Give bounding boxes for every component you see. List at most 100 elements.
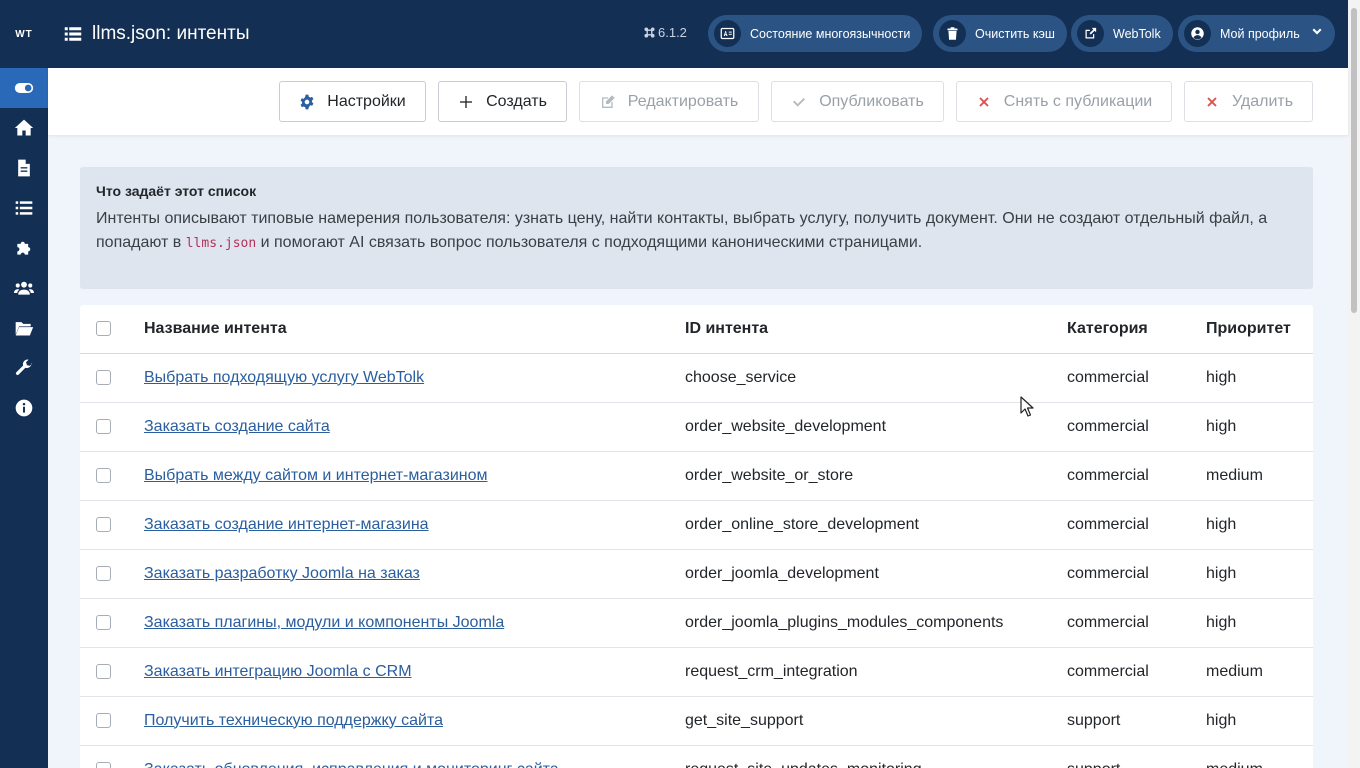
llms-json-code: llms.json xyxy=(185,236,257,251)
sidebar-item-home[interactable] xyxy=(0,108,48,148)
home-icon xyxy=(14,119,34,136)
sidebar-item-media[interactable] xyxy=(0,308,48,348)
intent-category: commercial xyxy=(1067,353,1206,403)
intent-priority: medium xyxy=(1206,451,1313,501)
info-icon xyxy=(15,399,33,417)
column-header-priority[interactable]: Приоритет xyxy=(1206,305,1313,354)
multilang-status-button[interactable]: Состояние многоязычности xyxy=(708,15,923,52)
sidebar-item-system[interactable] xyxy=(0,348,48,388)
joomla-version: 6.1.2 xyxy=(644,25,687,40)
file-icon xyxy=(18,159,30,177)
intent-name-link[interactable]: Получить техническую поддержку сайта xyxy=(144,712,443,729)
intent-name-link[interactable]: Заказать обновления, исправления и монит… xyxy=(144,761,559,768)
unpublish-button[interactable]: Снять с публикации xyxy=(956,81,1172,122)
edit-button[interactable]: Редактировать xyxy=(579,81,759,122)
intent-category: commercial xyxy=(1067,402,1206,452)
intent-category: support xyxy=(1067,745,1206,768)
row-checkbox[interactable] xyxy=(96,761,111,768)
row-checkbox[interactable] xyxy=(96,712,111,728)
row-checkbox[interactable] xyxy=(96,418,111,434)
row-checkbox[interactable] xyxy=(96,614,111,630)
row-checkbox[interactable] xyxy=(96,369,111,385)
intent-priority: high xyxy=(1206,500,1313,550)
table-row[interactable]: Получить техническую поддержку сайта get_… xyxy=(80,696,1313,746)
table-row[interactable]: Выбрать подходящую услугу WebTolk choose_… xyxy=(80,353,1313,403)
settings-button[interactable]: Настройки xyxy=(279,81,426,122)
sidebar: WT xyxy=(0,0,48,768)
intent-priority: high xyxy=(1206,402,1313,452)
intent-priority: medium xyxy=(1206,745,1313,768)
alert-text: Интенты описывают типовые намерения поль… xyxy=(96,210,1268,251)
intent-category: commercial xyxy=(1067,500,1206,550)
sidebar-item-help[interactable] xyxy=(0,388,48,428)
logo[interactable]: WT xyxy=(0,0,48,68)
intent-priority: high xyxy=(1206,696,1313,746)
toolbar: Настройки Создать Редактировать Опублико… xyxy=(48,68,1348,135)
alert-title: Что задаёт этот список xyxy=(96,183,257,199)
sidebar-toggle-menu[interactable] xyxy=(0,68,48,108)
user-circle-icon xyxy=(1191,27,1204,40)
intent-name-link[interactable]: Выбрать подходящую услугу WebTolk xyxy=(144,369,424,386)
my-profile-button[interactable]: Мой профиль xyxy=(1178,15,1335,52)
table-header-row: Название интента ID интента Категория Пр… xyxy=(80,305,1313,354)
table-row[interactable]: Заказать создание сайта order_website_dev… xyxy=(80,402,1313,452)
intent-name-link[interactable]: Выбрать между сайтом и интернет-магазино… xyxy=(144,467,488,484)
intent-name-link[interactable]: Заказать создание сайта xyxy=(144,418,330,435)
table-row[interactable]: Заказать обновления, исправления и монит… xyxy=(80,745,1313,768)
row-checkbox[interactable] xyxy=(96,663,111,679)
create-button[interactable]: Создать xyxy=(438,81,567,122)
intent-id: order_joomla_development xyxy=(685,549,1067,599)
scrollbar-thumb[interactable] xyxy=(1351,8,1357,313)
sidebar-item-content[interactable] xyxy=(0,148,48,188)
list-icon xyxy=(64,24,84,44)
page-scrollbar[interactable] xyxy=(1348,0,1360,768)
toggle-icon xyxy=(14,83,34,93)
page-title: llms.json: интенты xyxy=(92,23,250,44)
gear-icon xyxy=(300,94,314,109)
puzzle-icon xyxy=(17,241,31,255)
check-icon xyxy=(793,97,806,107)
users-icon xyxy=(14,281,34,295)
intent-id: choose_service xyxy=(685,353,1067,403)
sidebar-item-components[interactable] xyxy=(0,228,48,268)
external-link-icon xyxy=(1085,27,1097,39)
row-checkbox[interactable] xyxy=(96,516,111,532)
close-icon xyxy=(1207,96,1217,107)
webtolk-link-button[interactable]: WebTolk xyxy=(1071,15,1173,52)
clear-cache-button[interactable]: Очистить кэш xyxy=(933,15,1067,52)
intent-name-link[interactable]: Заказать интеграцию Joomla с CRM xyxy=(144,663,412,680)
column-header-category[interactable]: Категория xyxy=(1067,305,1206,354)
sidebar-item-users[interactable] xyxy=(0,268,48,308)
column-header-name[interactable]: Название интента xyxy=(144,305,685,354)
table-row[interactable]: Выбрать между сайтом и интернет-магазино… xyxy=(80,451,1313,501)
table-row[interactable]: Заказать создание интернет-магазина order… xyxy=(80,500,1313,550)
intent-name-link[interactable]: Заказать создание интернет-магазина xyxy=(144,516,429,533)
intent-category: commercial xyxy=(1067,549,1206,599)
intent-category: support xyxy=(1067,696,1206,746)
close-icon xyxy=(979,96,989,107)
table-row[interactable]: Заказать интеграцию Joomla с CRM request_… xyxy=(80,647,1313,697)
intent-category: commercial xyxy=(1067,647,1206,697)
trash-icon xyxy=(947,27,958,40)
joomla-icon xyxy=(644,27,655,38)
intent-id: request_site_updates_monitoring xyxy=(685,745,1067,768)
select-all-checkbox[interactable] xyxy=(96,321,111,337)
header: llms.json: интенты 6.1.2 Состояние много… xyxy=(48,0,1348,68)
intent-priority: medium xyxy=(1206,647,1313,697)
language-icon xyxy=(720,27,735,40)
delete-button[interactable]: Удалить xyxy=(1184,81,1313,122)
table-row[interactable]: Заказать разработку Joomla на заказ order… xyxy=(80,549,1313,599)
column-header-id[interactable]: ID интента xyxy=(685,305,1067,354)
intent-priority: high xyxy=(1206,598,1313,648)
intent-name-link[interactable]: Заказать разработку Joomla на заказ xyxy=(144,565,420,582)
plus-icon xyxy=(460,95,473,108)
publish-button[interactable]: Опубликовать xyxy=(771,81,944,122)
intent-priority: high xyxy=(1206,353,1313,403)
row-checkbox[interactable] xyxy=(96,565,111,581)
row-checkbox[interactable] xyxy=(96,467,111,483)
info-alert: Что задаёт этот список Интенты описывают… xyxy=(80,167,1313,289)
intent-name-link[interactable]: Заказать плагины, модули и компоненты Jo… xyxy=(144,614,504,631)
edit-icon xyxy=(601,94,615,108)
table-row[interactable]: Заказать плагины, модули и компоненты Jo… xyxy=(80,598,1313,648)
sidebar-item-menus[interactable] xyxy=(0,188,48,228)
